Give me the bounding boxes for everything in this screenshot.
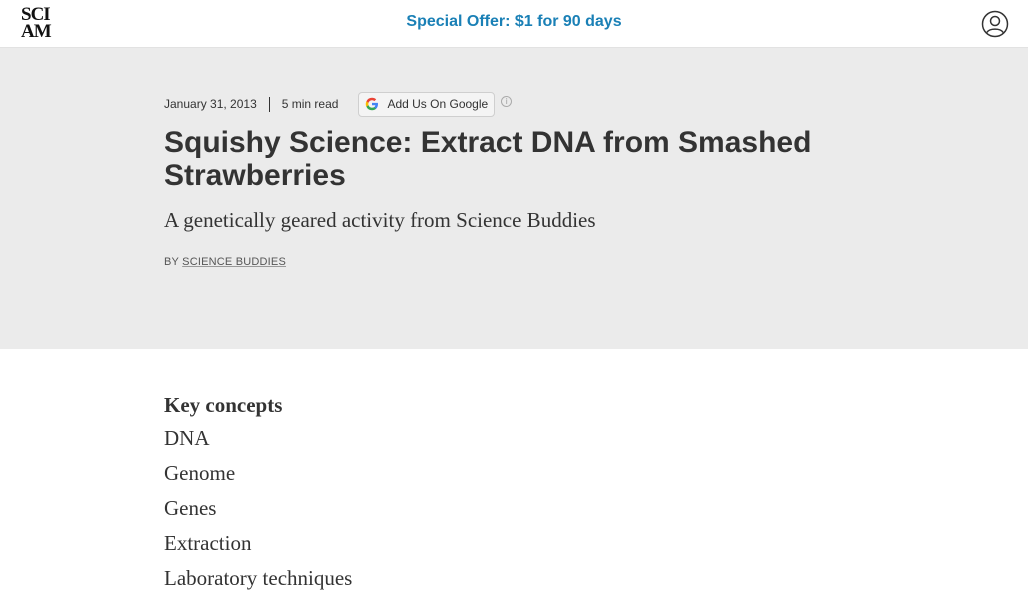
publish-date: January 31, 2013: [164, 97, 257, 111]
info-icon[interactable]: i: [501, 95, 513, 107]
google-button-label: Add Us On Google: [387, 97, 489, 111]
user-circle-icon: [981, 10, 1009, 38]
list-item: Extraction: [164, 531, 252, 555]
key-concepts-heading: Key concepts: [164, 393, 283, 417]
meta-divider: [268, 96, 270, 112]
special-offer-link[interactable]: Special Offer: $1 for 90 days: [406, 13, 621, 30]
account-button[interactable]: [981, 10, 1009, 38]
byline: BY SCIENCE BUDDIES: [164, 256, 286, 268]
key-concepts-list: DNA Genome Genes Extraction Laboratory t…: [164, 421, 864, 596]
read-time: 5 min read: [281, 97, 339, 111]
google-logo-icon: [366, 97, 379, 111]
byline-prefix: BY: [164, 256, 179, 268]
article-subtitle: A genetically geared activity from Scien…: [164, 208, 596, 232]
add-us-on-google-button[interactable]: Add Us On Google: [358, 91, 496, 117]
top-navigation-bar: SCI AM Special Offer: $1 for 90 days: [0, 0, 1028, 48]
article-header: January 31, 2013 5 min read Add Us On Go…: [0, 48, 1028, 349]
list-item: Genome: [164, 461, 236, 485]
article-body: Key concepts DNA Genome Genes Extraction…: [164, 390, 864, 596]
list-item: Genes: [164, 496, 217, 520]
special-offer-banner: Special Offer: $1 for 90 days: [0, 13, 1028, 31]
article-meta: January 31, 2013 5 min read Add Us On Go…: [164, 91, 513, 117]
author-link[interactable]: SCIENCE BUDDIES: [182, 256, 286, 268]
list-item: Laboratory techniques: [164, 566, 353, 590]
list-item: DNA: [164, 426, 210, 450]
article-title: Squishy Science: Extract DNA from Smashe…: [164, 126, 812, 192]
